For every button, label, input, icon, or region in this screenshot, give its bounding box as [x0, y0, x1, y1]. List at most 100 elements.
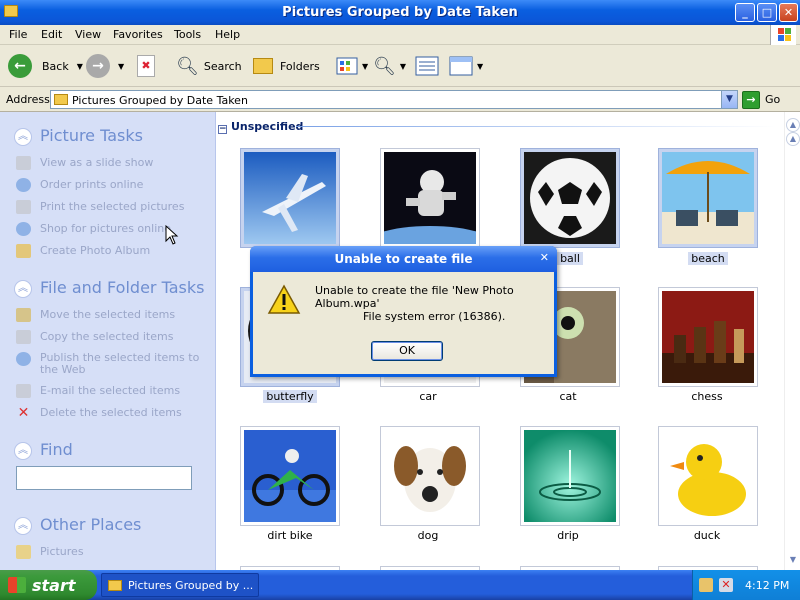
go-button[interactable]: → Go — [742, 90, 780, 109]
thumbnail-label[interactable]: butterfly — [240, 390, 340, 403]
thumbnail-ball[interactable] — [520, 148, 620, 248]
vertical-scrollbar[interactable]: ▲ ▲ ▼ — [784, 112, 800, 570]
thumbnail-astronaut[interactable] — [380, 148, 480, 248]
minimize-button[interactable]: _ — [735, 3, 755, 22]
duck-icon — [662, 430, 754, 522]
task-copy[interactable]: Copy the selected items — [40, 330, 173, 343]
thumbnail-label[interactable]: car — [378, 390, 478, 403]
address-value: Pictures Grouped by Date Taken — [72, 94, 248, 107]
thumbnail-label[interactable]: dirt bike — [240, 529, 340, 542]
thumbnail-label[interactable]: beach — [658, 252, 758, 265]
folders-button[interactable]: Folders — [253, 53, 320, 79]
drip-icon — [524, 430, 616, 522]
ok-button[interactable]: OK — [371, 341, 443, 361]
airplane-icon — [244, 152, 336, 244]
thumbnail-label[interactable]: cat — [518, 390, 618, 403]
chevron-down-icon[interactable]: ▼ — [118, 62, 124, 71]
thumbnail-label[interactable]: drip — [518, 529, 618, 542]
task-publish[interactable]: Publish the selected items to the Web — [40, 352, 206, 376]
close-icon[interactable]: ✕ — [540, 251, 549, 264]
collapse-group-icon[interactable]: − — [218, 125, 227, 134]
go-label: Go — [765, 93, 781, 106]
thumbnail-beach[interactable] — [658, 148, 758, 248]
thumbnail-label[interactable]: chess — [657, 390, 757, 403]
chevron-down-icon[interactable]: ▼ — [362, 62, 368, 71]
details-button[interactable] — [415, 53, 439, 79]
soccer-ball-icon — [524, 152, 616, 244]
chevron-down-icon[interactable]: ▼ — [77, 62, 83, 71]
collapse-icon[interactable]: ︽ — [14, 128, 32, 146]
menu-tools[interactable]: Tools — [174, 28, 201, 41]
find-input[interactable] — [16, 466, 192, 490]
thumbnail-drip[interactable] — [520, 426, 620, 526]
task-print[interactable]: Print the selected pictures — [40, 200, 184, 213]
delete-icon: ✕ — [17, 405, 30, 421]
thumbnail-chess[interactable] — [658, 287, 758, 387]
thumbnail-label[interactable]: duck — [657, 529, 757, 542]
chevron-down-icon[interactable]: ▼ — [400, 62, 406, 71]
zoom-button[interactable]: 🔍︎ ▼ — [373, 53, 406, 79]
task-slideshow[interactable]: View as a slide show — [40, 156, 153, 169]
group-header[interactable]: − Unspecified — [216, 120, 303, 134]
tray-tool-icon[interactable] — [699, 578, 713, 592]
thumbnail-dog[interactable] — [380, 426, 480, 526]
task-shop[interactable]: Shop for pictures online — [40, 222, 171, 235]
clock[interactable]: 4:12 PM — [745, 579, 789, 592]
network-error-icon[interactable]: ✕ — [719, 578, 733, 592]
thumbnail-label[interactable]: dog — [378, 529, 478, 542]
views-button[interactable]: ▼ — [336, 53, 368, 79]
group-label: Unspecified — [231, 120, 304, 133]
collapse-icon[interactable]: ︽ — [14, 442, 32, 460]
folder-icon — [54, 94, 68, 105]
place-pictures[interactable]: Pictures — [40, 545, 84, 558]
copy-icon — [16, 330, 31, 344]
thumbnail-dirt-bike[interactable] — [240, 426, 340, 526]
back-button[interactable]: ← Back ▼ — [8, 53, 83, 79]
email-icon — [16, 384, 31, 398]
start-button[interactable]: start — [0, 570, 97, 600]
search-icon: 🔍︎ — [176, 55, 199, 77]
thumbnail-airplane[interactable] — [240, 148, 340, 248]
scroll-up-icon[interactable]: ▲ — [786, 118, 800, 132]
title-bar[interactable]: Pictures Grouped by Date Taken _ □ ✕ — [0, 0, 800, 25]
dialog-title-bar[interactable]: Unable to create file ✕ — [250, 246, 557, 272]
chevron-down-icon[interactable]: ▼ — [721, 91, 737, 108]
collapse-icon[interactable]: ︽ — [14, 280, 32, 298]
scroll-up-icon[interactable]: ▲ — [786, 132, 800, 146]
up-folder-icon: ✖ — [137, 55, 155, 77]
up-folder-button[interactable]: ✖ — [137, 53, 155, 79]
toolbar: ← Back ▼ → ▼ ✖ 🔍︎ Search Folders ▼ 🔍︎ ▼ — [0, 45, 800, 87]
file-tasks-title[interactable]: File and Folder Tasks — [40, 278, 204, 297]
taskbar-item-explorer[interactable]: Pictures Grouped by ... — [101, 573, 259, 597]
zoom-icon: 🔍︎ — [373, 55, 396, 77]
back-label: Back — [42, 59, 69, 73]
address-bar: Address Pictures Grouped by Date Taken ▼… — [0, 87, 800, 112]
task-create-album[interactable]: Create Photo Album — [40, 244, 150, 257]
task-email[interactable]: E-mail the selected items — [40, 384, 180, 397]
close-button[interactable]: ✕ — [779, 3, 798, 22]
menu-favorites[interactable]: Favorites — [113, 28, 163, 41]
other-places-title[interactable]: Other Places — [40, 515, 141, 534]
forward-button[interactable]: → ▼ — [86, 53, 124, 79]
find-title[interactable]: Find — [40, 440, 73, 459]
maximize-button[interactable]: □ — [757, 3, 777, 22]
menu-file[interactable]: File — [9, 28, 27, 41]
menu-help[interactable]: Help — [215, 28, 240, 41]
menu-view[interactable]: View — [75, 28, 101, 41]
task-move[interactable]: Move the selected items — [40, 308, 175, 321]
menu-edit[interactable]: Edit — [41, 28, 62, 41]
task-order-prints[interactable]: Order prints online — [40, 178, 143, 191]
taskbar-item-label: Pictures Grouped by ... — [128, 578, 254, 592]
search-button[interactable]: 🔍︎ Search — [176, 53, 242, 79]
layout-button[interactable]: ▼ — [449, 53, 483, 79]
task-delete[interactable]: Delete the selected items — [40, 406, 182, 419]
dialog-error-code: File system error (16386). — [363, 310, 506, 323]
collapse-icon[interactable]: ︽ — [14, 517, 32, 535]
windows-logo-icon — [770, 25, 796, 45]
scroll-down-icon[interactable]: ▼ — [786, 554, 800, 568]
picture-tasks-title[interactable]: Picture Tasks — [40, 126, 143, 145]
chess-icon — [662, 291, 754, 383]
address-field[interactable]: Pictures Grouped by Date Taken ▼ — [50, 90, 738, 109]
chevron-down-icon[interactable]: ▼ — [477, 62, 483, 71]
thumbnail-duck[interactable] — [658, 426, 758, 526]
